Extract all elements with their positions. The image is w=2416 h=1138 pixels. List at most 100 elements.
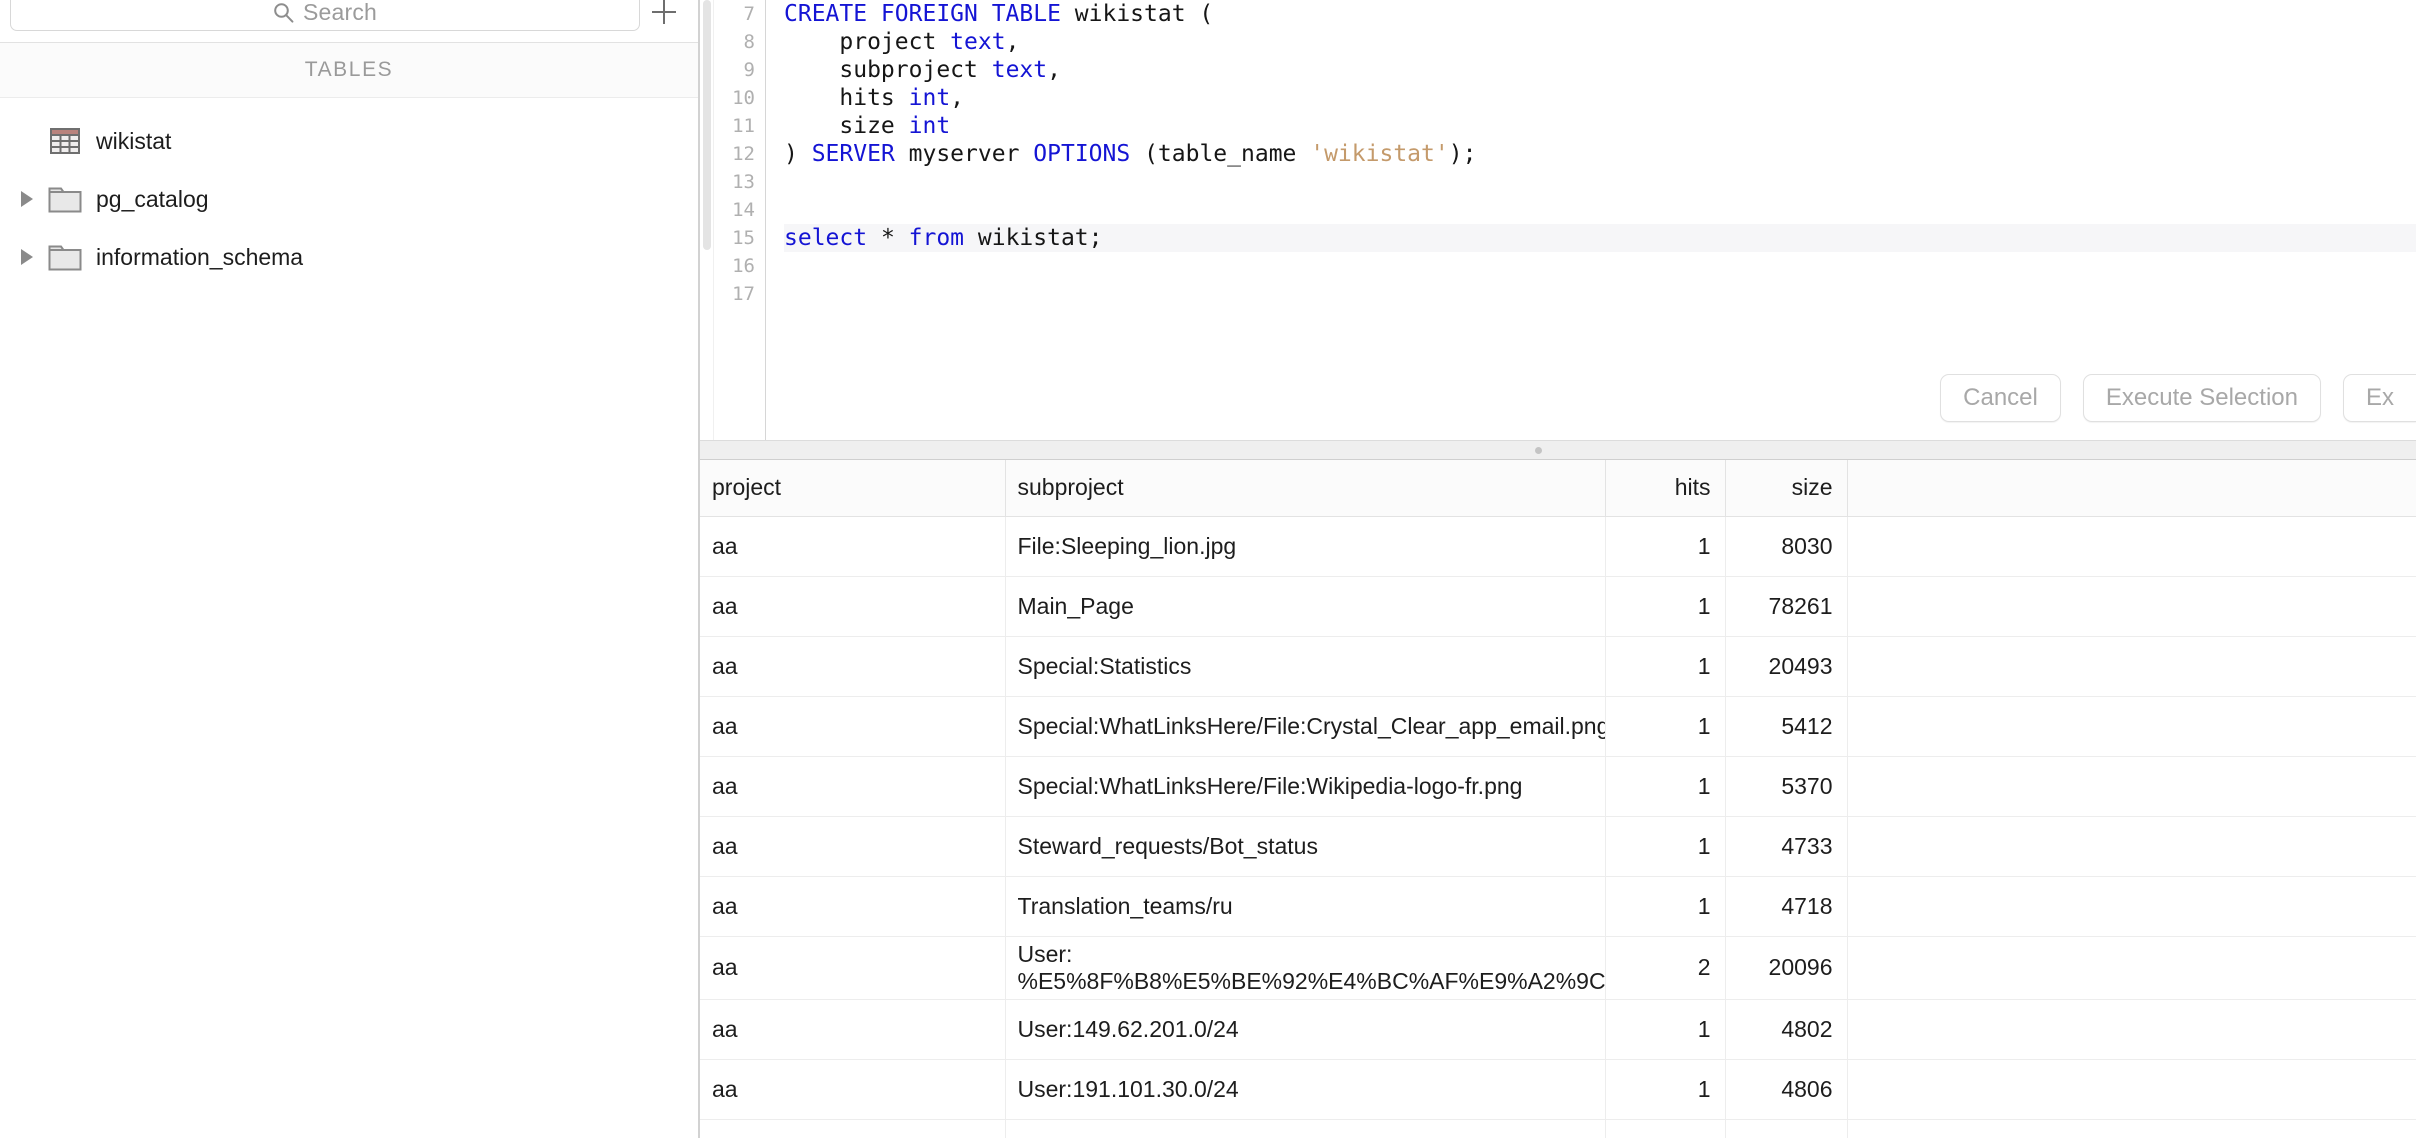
code-line[interactable]: ) SERVER myserver OPTIONS (table_name 'w…	[784, 140, 2416, 168]
cell-empty[interactable]	[1847, 636, 2416, 697]
cell-project[interactable]: aa	[700, 576, 1006, 637]
cell-size[interactable]: 4802	[1725, 999, 1848, 1060]
cell-empty[interactable]	[1847, 516, 2416, 577]
cell-project[interactable]: aa	[700, 1059, 1006, 1120]
code-line[interactable]: select * from wikistat;	[784, 224, 2416, 252]
cell-hits[interactable]: 1	[1605, 756, 1726, 817]
chevron-right-icon[interactable]	[10, 190, 44, 208]
search-input[interactable]: Search	[10, 0, 640, 31]
cell-size[interactable]: 5412	[1725, 696, 1848, 757]
code-line[interactable]: hits int,	[784, 84, 2416, 112]
cell-hits[interactable]: 1	[1605, 816, 1726, 877]
execute-selection-button[interactable]: Execute Selection	[2082, 374, 2321, 422]
editor-action-buttons: Cancel Execute Selection Ex	[1940, 374, 2416, 422]
cell-subproject[interactable]: User: %E5%8F%B8%E5%BE%92%E4%BC%AF%E9%A2%9…	[1005, 936, 1606, 1000]
editor-results-splitter[interactable]	[700, 440, 2416, 460]
cell-hits[interactable]: 1	[1605, 1119, 1726, 1138]
cell-size[interactable]: 4800	[1725, 1119, 1848, 1138]
cell-empty[interactable]	[1847, 696, 2416, 757]
sql-editor[interactable]: 7 8 9 10 11 12 13 14 15 16 17 CREATE FOREIGN TABLE…	[700, 0, 2416, 440]
cell-subproject[interactable]: File:Sleeping_lion.jpg	[1005, 516, 1606, 577]
code-line[interactable]: subproject text,	[784, 56, 2416, 84]
cell-size[interactable]: 20096	[1725, 936, 1848, 1000]
code-line[interactable]: CREATE FOREIGN TABLE wikistat (	[784, 0, 2416, 28]
cell-project[interactable]: aa	[700, 756, 1006, 817]
cell-hits[interactable]: 1	[1605, 999, 1726, 1060]
code-line[interactable]: ​	[784, 252, 2416, 280]
table-row[interactable]: aa Translation_teams/ru 1 4718	[700, 876, 2416, 937]
cell-hits[interactable]: 1	[1605, 696, 1726, 757]
table-row[interactable]: aa Main_Page 1 78261	[700, 576, 2416, 637]
cell-project[interactable]: aa	[700, 636, 1006, 697]
sidebar-item-pg-catalog[interactable]: pg_catalog	[0, 170, 698, 228]
code-line[interactable]: ​	[784, 196, 2416, 224]
execute-button[interactable]: Ex	[2342, 374, 2416, 422]
column-header-hits[interactable]: hits	[1605, 460, 1726, 517]
cell-size[interactable]: 4733	[1725, 816, 1848, 877]
cell-empty[interactable]	[1847, 816, 2416, 877]
cell-size[interactable]: 78261	[1725, 576, 1848, 637]
table-row[interactable]: aaUser:5.172.192.0/2114800	[700, 1119, 2416, 1138]
cell-empty[interactable]	[1847, 999, 2416, 1060]
cell-project[interactable]: aa	[700, 936, 1006, 1000]
sidebar-item-information-schema[interactable]: information_schema	[0, 228, 698, 286]
cell-empty[interactable]	[1847, 1119, 2416, 1138]
line-number: 11	[732, 115, 755, 137]
cell-project[interactable]: aa	[700, 516, 1006, 577]
table-row[interactable]: aa User:191.101.30.0/24 1 4806	[700, 1059, 2416, 1120]
table-row[interactable]: aa Steward_requests/Bot_status 1 4733	[700, 816, 2416, 877]
code-line[interactable]: project text,	[784, 28, 2416, 56]
cell-subproject[interactable]: Special:Statistics	[1005, 636, 1606, 697]
cell-subproject[interactable]: Main_Page	[1005, 576, 1606, 637]
cancel-button[interactable]: Cancel	[1940, 374, 2061, 422]
cell-empty[interactable]	[1847, 1059, 2416, 1120]
cell-project[interactable]: aa	[700, 696, 1006, 757]
cell-size[interactable]: 8030	[1725, 516, 1848, 577]
cell-size[interactable]: 4806	[1725, 1059, 1848, 1120]
table-row[interactable]: aa User:149.62.201.0/24 1 4802	[700, 999, 2416, 1060]
cell-size[interactable]: 5370	[1725, 756, 1848, 817]
code-token: wikistat;	[964, 225, 1103, 251]
cell-hits[interactable]: 1	[1605, 636, 1726, 697]
cell-empty[interactable]	[1847, 876, 2416, 937]
cell-project[interactable]: aa	[700, 999, 1006, 1060]
cell-hits[interactable]: 2	[1605, 936, 1726, 1000]
cell-hits[interactable]: 1	[1605, 1059, 1726, 1120]
cell-subproject[interactable]: User:149.62.201.0/24	[1005, 999, 1606, 1060]
cell-size[interactable]: 4718	[1725, 876, 1848, 937]
cell-subproject[interactable]: Special:WhatLinksHere/File:Crystal_Clear…	[1005, 696, 1606, 757]
cell-empty[interactable]	[1847, 576, 2416, 637]
results-grid[interactable]: project subproject hits size aa File:Slee…	[700, 460, 2416, 1138]
cell-subproject[interactable]: Special:WhatLinksHere/File:Wikipedia-log…	[1005, 756, 1606, 817]
table-row[interactable]: aa Special:WhatLinksHere/File:Crystal_Cle…	[700, 696, 2416, 757]
cell-hits[interactable]: 1	[1605, 516, 1726, 577]
editor-scrollbar[interactable]	[700, 0, 714, 440]
chevron-right-icon[interactable]	[10, 248, 44, 266]
table-row[interactable]: aa Special:WhatLinksHere/File:Wikipedia-l…	[700, 756, 2416, 817]
code-line[interactable]: ​	[784, 168, 2416, 196]
code-token: text	[950, 29, 1006, 55]
cell-empty[interactable]	[1847, 936, 2416, 1000]
cell-subproject[interactable]: User:191.101.30.0/24	[1005, 1059, 1606, 1120]
table-row[interactable]: aa File:Sleeping_lion.jpg 1 8030	[700, 516, 2416, 577]
table-row[interactable]: aa Special:Statistics 1 20493	[700, 636, 2416, 697]
add-connection-button[interactable]	[640, 0, 688, 31]
cell-size[interactable]: 20493	[1725, 636, 1848, 697]
column-header-project[interactable]: project	[700, 460, 1006, 517]
cell-project[interactable]: aa	[700, 816, 1006, 877]
cell-project[interactable]: aa	[700, 876, 1006, 937]
code-line[interactable]: size int	[784, 112, 2416, 140]
cell-hits[interactable]: 1	[1605, 876, 1726, 937]
column-header-size[interactable]: size	[1725, 460, 1848, 517]
cell-subproject[interactable]: User:5.172.192.0/21	[1005, 1119, 1606, 1138]
code-line[interactable]: ​	[784, 280, 2416, 308]
cell-subproject[interactable]: Translation_teams/ru	[1005, 876, 1606, 937]
cell-hits[interactable]: 1	[1605, 576, 1726, 637]
sidebar-item-wikistat[interactable]: wikistat	[0, 112, 698, 170]
cell-project[interactable]: aa	[700, 1119, 1006, 1138]
column-header-subproject[interactable]: subproject	[1005, 460, 1606, 517]
cell-empty[interactable]	[1847, 756, 2416, 817]
table-row[interactable]: aa User: %E5%8F%B8%E5%BE%92%E4%BC%AF%E9%A2…	[700, 936, 2416, 1000]
plus-icon	[649, 0, 679, 27]
cell-subproject[interactable]: Steward_requests/Bot_status	[1005, 816, 1606, 877]
